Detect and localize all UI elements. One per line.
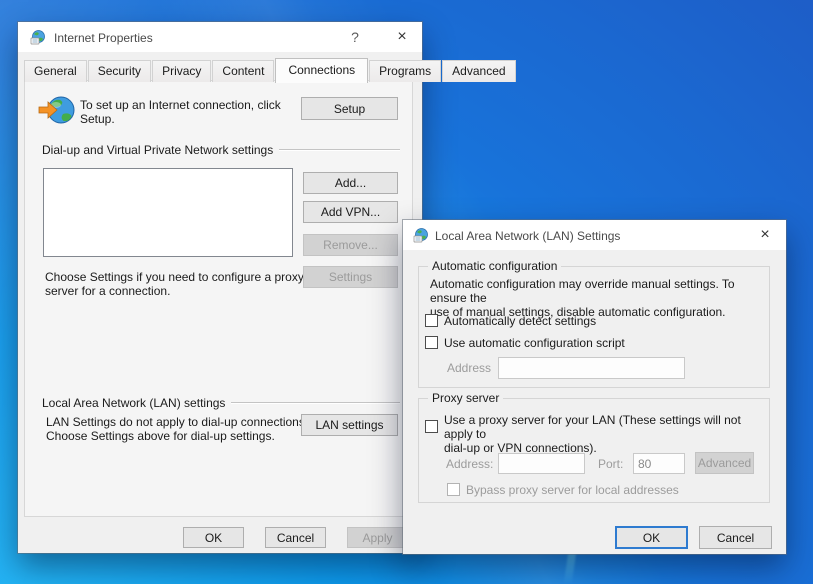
internet-connection-globe-icon bbox=[38, 94, 76, 128]
use-automatic-configuration-script-label[interactable]: Use automatic configuration script bbox=[444, 336, 625, 350]
use-proxy-server-label[interactable]: Use a proxy server for your LAN (These s… bbox=[444, 413, 769, 455]
add-vpn-button[interactable]: Add VPN... bbox=[303, 201, 398, 223]
divider bbox=[279, 149, 400, 151]
tab-security[interactable]: Security bbox=[88, 60, 151, 82]
lan-settings-titlebar: Local Area Network (LAN) Settings × bbox=[403, 220, 786, 250]
lan-settings-hint: LAN Settings do not apply to dial-up con… bbox=[46, 415, 318, 443]
proxy-server-group: Proxy server Use a proxy server for your… bbox=[418, 398, 770, 503]
lan-settings-dialog: Local Area Network (LAN) Settings × Auto… bbox=[403, 220, 786, 554]
automatic-configuration-group: Automatic configuration Automatic config… bbox=[418, 266, 770, 388]
dialup-connections-list[interactable] bbox=[43, 168, 293, 257]
settings-button: Settings bbox=[303, 266, 398, 288]
proxy-address-input bbox=[498, 453, 585, 474]
advanced-button: Advanced bbox=[695, 452, 754, 474]
tab-privacy[interactable]: Privacy bbox=[152, 60, 211, 82]
help-button[interactable]: ? bbox=[345, 27, 365, 47]
script-address-input bbox=[498, 357, 685, 379]
lan-group-header: Local Area Network (LAN) settings bbox=[42, 396, 400, 410]
tab-strip: General Security Privacy Content Connect… bbox=[24, 58, 517, 82]
setup-description: To set up an Internet connection, click … bbox=[80, 98, 306, 126]
tab-content[interactable]: Content bbox=[212, 60, 274, 82]
cancel-button[interactable]: Cancel bbox=[699, 526, 772, 549]
cancel-button[interactable]: Cancel bbox=[265, 527, 326, 548]
script-address-label: Address bbox=[447, 361, 491, 375]
remove-button: Remove... bbox=[303, 234, 398, 256]
choose-settings-hint: Choose Settings if you need to configure… bbox=[45, 270, 307, 298]
apply-button: Apply bbox=[347, 527, 408, 548]
setup-button[interactable]: Setup bbox=[301, 97, 398, 120]
proxy-server-label: Proxy server bbox=[428, 391, 503, 405]
proxy-port-label: Port: bbox=[598, 457, 623, 471]
proxy-port-input bbox=[633, 453, 685, 474]
tab-general[interactable]: General bbox=[24, 60, 87, 82]
add-button[interactable]: Add... bbox=[303, 172, 398, 194]
close-icon[interactable]: × bbox=[392, 27, 412, 47]
dialup-group-label: Dial-up and Virtual Private Network sett… bbox=[42, 143, 273, 157]
lan-group-label: Local Area Network (LAN) settings bbox=[42, 396, 225, 410]
bypass-proxy-checkbox bbox=[447, 483, 460, 496]
internet-properties-icon bbox=[30, 29, 46, 45]
internet-properties-titlebar: Internet Properties ? × bbox=[18, 22, 422, 52]
dialog-title: Local Area Network (LAN) Settings bbox=[435, 229, 620, 243]
automatic-configuration-label: Automatic configuration bbox=[428, 259, 561, 273]
ok-button[interactable]: OK bbox=[615, 526, 688, 549]
use-proxy-server-checkbox[interactable] bbox=[425, 420, 438, 433]
use-automatic-configuration-script-checkbox[interactable] bbox=[425, 336, 438, 349]
lan-settings-button[interactable]: LAN settings bbox=[301, 414, 398, 436]
ok-button[interactable]: OK bbox=[183, 527, 244, 548]
internet-properties-dialog: Internet Properties ? × General Security… bbox=[18, 22, 422, 553]
tab-advanced[interactable]: Advanced bbox=[442, 60, 515, 82]
lan-settings-icon bbox=[413, 227, 429, 243]
bypass-proxy-label: Bypass proxy server for local addresses bbox=[466, 483, 679, 497]
automatically-detect-settings-checkbox[interactable] bbox=[425, 314, 438, 327]
tab-connections[interactable]: Connections bbox=[275, 58, 368, 83]
divider bbox=[231, 402, 400, 404]
tab-programs[interactable]: Programs bbox=[369, 60, 441, 82]
dialup-group-header: Dial-up and Virtual Private Network sett… bbox=[42, 143, 400, 157]
automatic-configuration-description: Automatic configuration may override man… bbox=[430, 277, 772, 319]
proxy-address-label: Address: bbox=[446, 457, 493, 471]
automatically-detect-settings-label[interactable]: Automatically detect settings bbox=[444, 314, 596, 328]
close-icon[interactable]: × bbox=[755, 225, 775, 245]
dialog-title: Internet Properties bbox=[54, 31, 153, 45]
